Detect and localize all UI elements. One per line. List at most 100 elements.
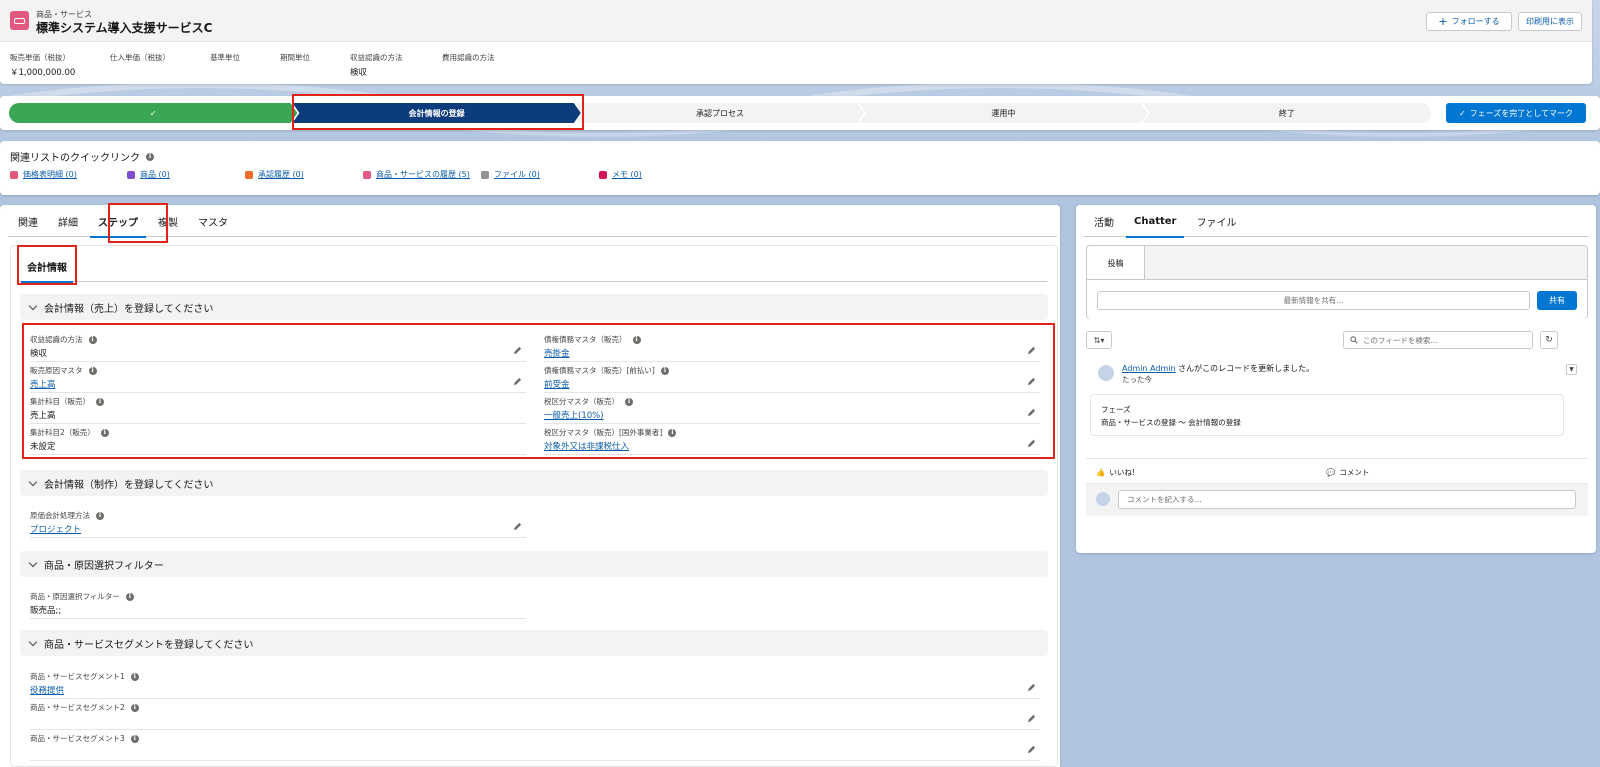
section-service-segment[interactable]: 商品・サービスセグメントを登録してください — [20, 630, 1048, 656]
info-icon[interactable]: i — [130, 703, 139, 712]
field-cost-accounting-method: 原価会計処理方法 i プロジェクト — [30, 506, 526, 538]
field-product-cause-filter: 商品・原因選択フィルター i 販売品;; — [30, 587, 526, 619]
chatter-publisher: 投稿 最新情報を共有... 共有 — [1086, 245, 1588, 319]
highlight-field: 費用認識の方法 — [442, 53, 495, 62]
path-stage[interactable]: 承認プロセス — [576, 103, 864, 123]
quick-link-history[interactable]: 商品・サービスの履歴 (5) — [363, 169, 470, 180]
chevron-down-icon — [28, 558, 38, 567]
feed-change-box: フェーズ 商品・サービスの登録 〜 会計情報の登録 — [1090, 394, 1564, 436]
mark-stage-complete-button[interactable]: ✓ フェーズを完了としてマーク — [1446, 103, 1586, 123]
comment-button[interactable]: 💬 コメント — [1326, 467, 1369, 478]
approval-icon — [245, 170, 253, 179]
quick-link-files[interactable]: ファイル (0) — [481, 169, 540, 180]
tab-related[interactable]: 関連 — [8, 205, 48, 237]
prepaid-link[interactable]: 前受金 — [544, 378, 570, 390]
info-icon[interactable]: i — [625, 397, 633, 406]
publisher-body: 最新情報を共有... 共有 — [1087, 279, 1587, 319]
path-stage-complete[interactable]: ✓ — [9, 103, 297, 123]
feed-action-bar: 👍 いいね! 💬 コメント — [1086, 458, 1588, 484]
info-icon[interactable]: i — [146, 152, 154, 161]
pencil-icon[interactable] — [1027, 408, 1036, 417]
info-icon[interactable]: i — [125, 592, 134, 601]
pencil-icon[interactable] — [513, 522, 522, 531]
record-header: 商品・サービス 標準システム導入支援サービスC + フォローする 印刷用に表示 … — [0, 0, 1592, 84]
tab-activity[interactable]: 活動 — [1084, 205, 1124, 237]
section-production-accounting[interactable]: 会計情報（制作）を登録してください — [20, 470, 1048, 496]
tab-master[interactable]: マスタ — [188, 205, 238, 237]
info-icon[interactable]: i — [130, 672, 139, 681]
record-header-top: 商品・サービス 標準システム導入支援サービスC + フォローする 印刷用に表示 — [0, 0, 1592, 42]
like-button[interactable]: 👍 いいね! — [1096, 467, 1135, 478]
refresh-feed-button[interactable]: ↻ — [1540, 331, 1558, 349]
follow-button[interactable]: + フォローする — [1426, 12, 1512, 31]
price-list-icon — [10, 170, 18, 179]
info-icon[interactable]: i — [130, 734, 139, 743]
avatar — [1096, 492, 1110, 506]
pencil-icon[interactable] — [513, 346, 522, 355]
tax-foreign-link[interactable]: 対象外又は非課税仕入 — [544, 440, 629, 452]
tab-clone[interactable]: 複製 — [148, 205, 188, 237]
feed-author-link[interactable]: Admin Admin — [1122, 364, 1176, 373]
tab-files[interactable]: ファイル — [1186, 205, 1246, 237]
share-button[interactable]: 共有 — [1537, 291, 1577, 310]
field-revenue-recognition: 収益認識の方法 i 検収 — [30, 330, 526, 362]
path-stage[interactable]: 終了 — [1142, 103, 1432, 123]
field-receivable-master: 債権債務マスタ（販売） i 売掛金 — [544, 330, 1040, 362]
pencil-icon[interactable] — [1027, 745, 1036, 754]
search-icon — [1350, 336, 1358, 344]
info-icon[interactable]: i — [88, 366, 97, 375]
path-stage[interactable]: 運用中 — [859, 103, 1147, 123]
quick-link-price-list[interactable]: 価格表明細 (0) — [10, 169, 77, 180]
quick-link-notes[interactable]: メモ (0) — [599, 169, 642, 180]
field-segment-1: 商品・サービスセグメント1 i 役務提供 — [30, 667, 1040, 699]
sales-cause-link[interactable]: 売上高 — [30, 378, 56, 390]
receivable-link[interactable]: 売掛金 — [544, 347, 570, 359]
info-icon[interactable]: i — [88, 335, 97, 344]
pencil-icon[interactable] — [1027, 346, 1036, 355]
tab-steps[interactable]: ステップ — [88, 205, 148, 238]
history-icon — [363, 170, 371, 179]
feed-timestamp[interactable]: たった今 — [1122, 374, 1152, 385]
info-icon[interactable]: i — [668, 428, 677, 437]
feed-search-input[interactable]: このフィードを検索... — [1343, 331, 1533, 349]
pencil-icon[interactable] — [1027, 683, 1036, 692]
share-update-input[interactable]: 最新情報を共有... — [1097, 291, 1530, 310]
path-track: ✓ 会計情報の登録 承認プロセス 運用中 終了 — [9, 103, 1432, 123]
cost-method-link[interactable]: プロジェクト — [30, 523, 81, 535]
sort-feed-button[interactable]: ⇅▾ — [1086, 331, 1112, 349]
step-subtabs: 会計情報 — [19, 250, 1047, 283]
info-icon[interactable]: i — [100, 428, 109, 437]
pencil-icon[interactable] — [1027, 439, 1036, 448]
check-icon: ✓ — [149, 108, 157, 118]
field-sales-cause-master: 販売原因マスタ i 売上高 — [30, 361, 526, 393]
path-stage-current[interactable]: 会計情報の登録 — [292, 103, 580, 123]
highlight-field: 仕入単価（税抜） — [110, 53, 170, 62]
info-icon[interactable]: i — [96, 397, 104, 406]
avatar[interactable] — [1098, 365, 1114, 381]
tab-details[interactable]: 詳細 — [48, 205, 88, 237]
tax-link[interactable]: 一般売上(10%) — [544, 409, 604, 421]
info-icon[interactable]: i — [96, 511, 104, 520]
info-icon[interactable]: i — [660, 366, 669, 375]
refresh-icon: ↻ — [1545, 335, 1553, 345]
section-sales-accounting[interactable]: 会計情報（売上）を登録してください — [20, 294, 1048, 320]
record-name: 標準システム導入支援サービスC — [36, 21, 213, 35]
comment-input[interactable]: コメントを記入する... — [1118, 490, 1576, 509]
section-product-cause-filter[interactable]: 商品・原因選択フィルター — [20, 551, 1048, 577]
comment-icon: 💬 — [1326, 468, 1336, 477]
segment-1-link[interactable]: 役務提供 — [30, 684, 64, 696]
pencil-icon[interactable] — [513, 377, 522, 386]
field-segment-2: 商品・サービスセグメント2 i — [30, 698, 1040, 730]
quick-link-approval-history[interactable]: 承認履歴 (0) — [245, 169, 304, 180]
highlight-field: 収益認識の方法 検収 — [350, 53, 403, 78]
subtab-accounting[interactable]: 会計情報 — [19, 250, 75, 283]
pencil-icon[interactable] — [1027, 714, 1036, 723]
info-icon[interactable]: i — [632, 335, 641, 344]
pencil-icon[interactable] — [1027, 377, 1036, 386]
print-view-button[interactable]: 印刷用に表示 — [1518, 12, 1582, 31]
quick-link-products[interactable]: 商品 (0) — [127, 169, 170, 180]
tab-chatter[interactable]: Chatter — [1124, 205, 1186, 238]
feed-item-menu[interactable]: ▼ — [1566, 364, 1577, 375]
tab-post[interactable]: 投稿 — [1087, 246, 1145, 280]
field-summary-account-2: 集計科目2（販売） i 未設定 — [30, 423, 526, 455]
